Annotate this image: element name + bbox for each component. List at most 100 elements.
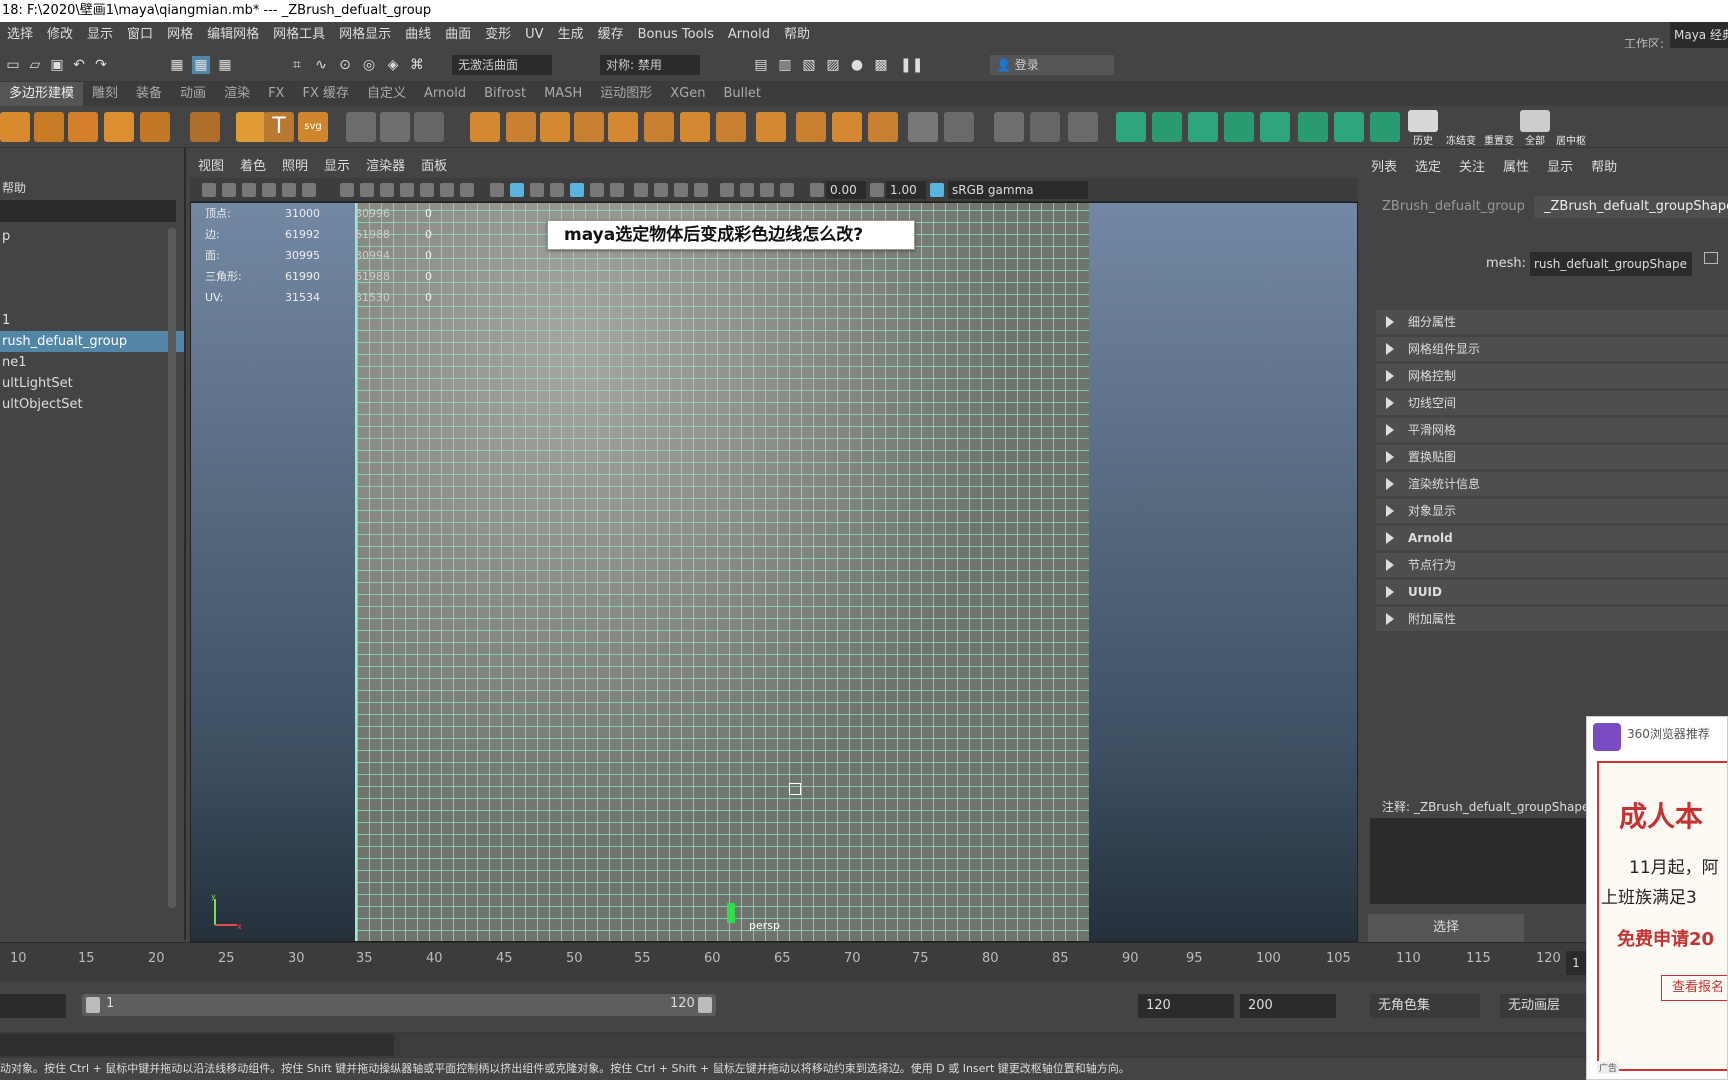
mel-input[interactable] (0, 1034, 394, 1056)
viewport-menu-view[interactable]: 视图 (190, 156, 232, 178)
field-chart-icon[interactable] (420, 183, 434, 197)
manipulator-y-icon[interactable] (727, 903, 735, 923)
shelf-tab-animation[interactable]: 动画 (171, 82, 215, 106)
pause-icon[interactable]: ❚❚ (900, 56, 923, 74)
ae-section-mesh-controls[interactable]: 网格控制 (1376, 364, 1728, 388)
poly-platonic-icon[interactable] (190, 112, 220, 142)
select-by-hierarchy-icon[interactable]: ▦ (168, 56, 186, 74)
outliner-item[interactable]: ultLightSet (0, 373, 184, 394)
ae-section-object-display[interactable]: 对象显示 (1376, 499, 1728, 523)
shelf-tab-bullet[interactable]: Bullet (714, 82, 769, 106)
shelf-tab-sculpt[interactable]: 雕刻 (83, 82, 127, 106)
smooth-icon[interactable] (414, 112, 444, 142)
sew-uv-icon[interactable] (1370, 112, 1400, 142)
render-settings-icon[interactable]: ▨ (824, 56, 842, 74)
outliner-item[interactable]: ne1 (0, 352, 184, 373)
ae-menu-list[interactable]: 列表 (1362, 156, 1406, 180)
outliner-item-selected[interactable]: rush_defualt_group (0, 331, 184, 352)
outliner-help-menu[interactable]: 帮助 (0, 176, 184, 200)
live-surface-field[interactable]: 无激活曲面 (452, 55, 552, 75)
fill-hole-icon[interactable] (716, 112, 746, 142)
shelf-tab-bifrost[interactable]: Bifrost (475, 82, 535, 106)
textured-icon[interactable] (570, 183, 584, 197)
poly-sphere-icon[interactable] (0, 112, 30, 142)
range-start-handle[interactable] (86, 997, 100, 1013)
select-button[interactable]: 选择 (1368, 914, 1524, 942)
outliner-item[interactable]: 1 (0, 310, 184, 331)
menu-select[interactable]: 选择 (0, 22, 40, 48)
snap-view-plane-icon[interactable]: ◈ (384, 56, 402, 74)
automatic-uv-icon[interactable] (1224, 112, 1254, 142)
crease-icon[interactable] (1030, 112, 1060, 142)
shelf-reset[interactable]: 重置变 (1482, 110, 1516, 147)
viewport-menu-shading[interactable]: 着色 (232, 156, 274, 178)
sculpt-brush-icon[interactable] (994, 112, 1024, 142)
grease-pencil-icon[interactable] (302, 183, 316, 197)
ae-menu-show[interactable]: 显示 (1538, 156, 1582, 180)
two-d-pan-icon[interactable] (282, 183, 296, 197)
safe-title-icon[interactable] (460, 183, 474, 197)
time-slider[interactable]: 10 15 20 25 30 35 40 45 50 55 60 65 70 7… (0, 942, 1728, 982)
menu-display[interactable]: 显示 (80, 22, 120, 48)
outliner-scrollbar[interactable] (168, 228, 176, 908)
quad-draw-icon[interactable] (796, 112, 826, 142)
menu-cache[interactable]: 缓存 (591, 22, 631, 48)
outliner-item[interactable]: p (0, 226, 184, 247)
poly-torus-icon[interactable] (68, 112, 98, 142)
command-line[interactable] (0, 1032, 1728, 1058)
shelf-tab-rigging[interactable]: 装备 (127, 82, 171, 106)
planar-uv-icon[interactable] (1152, 112, 1182, 142)
shadows-icon[interactable] (610, 183, 624, 197)
open-scene-icon[interactable]: ▱ (26, 56, 44, 74)
range-end-handle[interactable] (698, 997, 712, 1013)
bridge-icon[interactable] (574, 112, 604, 142)
gamma-icon[interactable] (870, 183, 884, 197)
colorspace-dropdown[interactable]: sRGB gamma (948, 181, 1088, 199)
ae-menu-help[interactable]: 帮助 (1582, 156, 1626, 180)
resolution-gate-icon[interactable] (380, 183, 394, 197)
cleanup-icon[interactable] (944, 112, 974, 142)
menu-mesh-display[interactable]: 网格显示 (332, 22, 398, 48)
render-view-icon[interactable]: ▤ (752, 56, 770, 74)
viewport-menu-panels[interactable]: 面板 (413, 156, 455, 178)
snap-curve-icon[interactable]: ∿ (312, 56, 330, 74)
xray-active-icon[interactable] (760, 183, 774, 197)
viewport-menu-show[interactable]: 显示 (316, 156, 358, 178)
menu-surfaces[interactable]: 曲面 (438, 22, 478, 48)
ae-section-displacement[interactable]: 置换贴图 (1376, 445, 1728, 469)
menu-help[interactable]: 帮助 (777, 22, 817, 48)
shelf-history[interactable]: 历史 (1408, 110, 1438, 147)
grid-icon[interactable] (340, 183, 354, 197)
ae-section-node-behavior[interactable]: 节点行为 (1376, 553, 1728, 577)
menu-deform[interactable]: 变形 (478, 22, 518, 48)
ae-section-subdivision[interactable]: 细分属性 (1376, 310, 1728, 334)
bevel-icon[interactable] (608, 112, 638, 142)
safe-action-icon[interactable] (440, 183, 454, 197)
anim-layer-dropdown[interactable]: 无动画层 (1500, 994, 1586, 1018)
shelf-tab-mash[interactable]: MASH (535, 82, 591, 106)
browser-ad-popup[interactable]: 360浏览器推荐 成人本 11月起，阿 上班族满足3 免费申请20 查看报名 广… (1586, 716, 1728, 1080)
snap-point-icon[interactable]: ⊙ (336, 56, 354, 74)
outliner-item[interactable]: ultObjectSet (0, 394, 184, 415)
viewport-menu-lighting[interactable]: 照明 (274, 156, 316, 178)
select-by-component-icon[interactable]: ▦ (216, 56, 234, 74)
ad-body[interactable]: 成人本 11月起，阿 上班族满足3 免费申请20 查看报名 (1597, 761, 1727, 1071)
ad-signup-button[interactable]: 查看报名 (1661, 975, 1727, 1001)
shelf-center-pivot[interactable]: 居中枢 (1554, 110, 1588, 147)
workspace-selector[interactable]: 工作区:Maya 经典 (1624, 22, 1728, 51)
extrude-icon[interactable] (540, 112, 570, 142)
menu-modify[interactable]: 修改 (40, 22, 80, 48)
default-material-icon[interactable] (530, 183, 544, 197)
separate-icon[interactable] (380, 112, 410, 142)
image-plane-icon[interactable] (262, 183, 276, 197)
svg-tool-icon[interactable]: svg (298, 112, 328, 142)
paint-weights-icon[interactable] (1068, 112, 1098, 142)
save-scene-icon[interactable]: ▣ (48, 56, 66, 74)
merge-icon[interactable] (832, 112, 862, 142)
anti-aliasing-icon[interactable] (674, 183, 688, 197)
snap-grid-icon[interactable]: ⌗ (288, 56, 306, 74)
isolate-select-icon[interactable] (720, 183, 734, 197)
ae-section-render-stats[interactable]: 渲染统计信息 (1376, 472, 1728, 496)
snap-live-icon[interactable]: ⌘ (408, 56, 426, 74)
shelf-all[interactable]: 全部 (1520, 110, 1550, 147)
